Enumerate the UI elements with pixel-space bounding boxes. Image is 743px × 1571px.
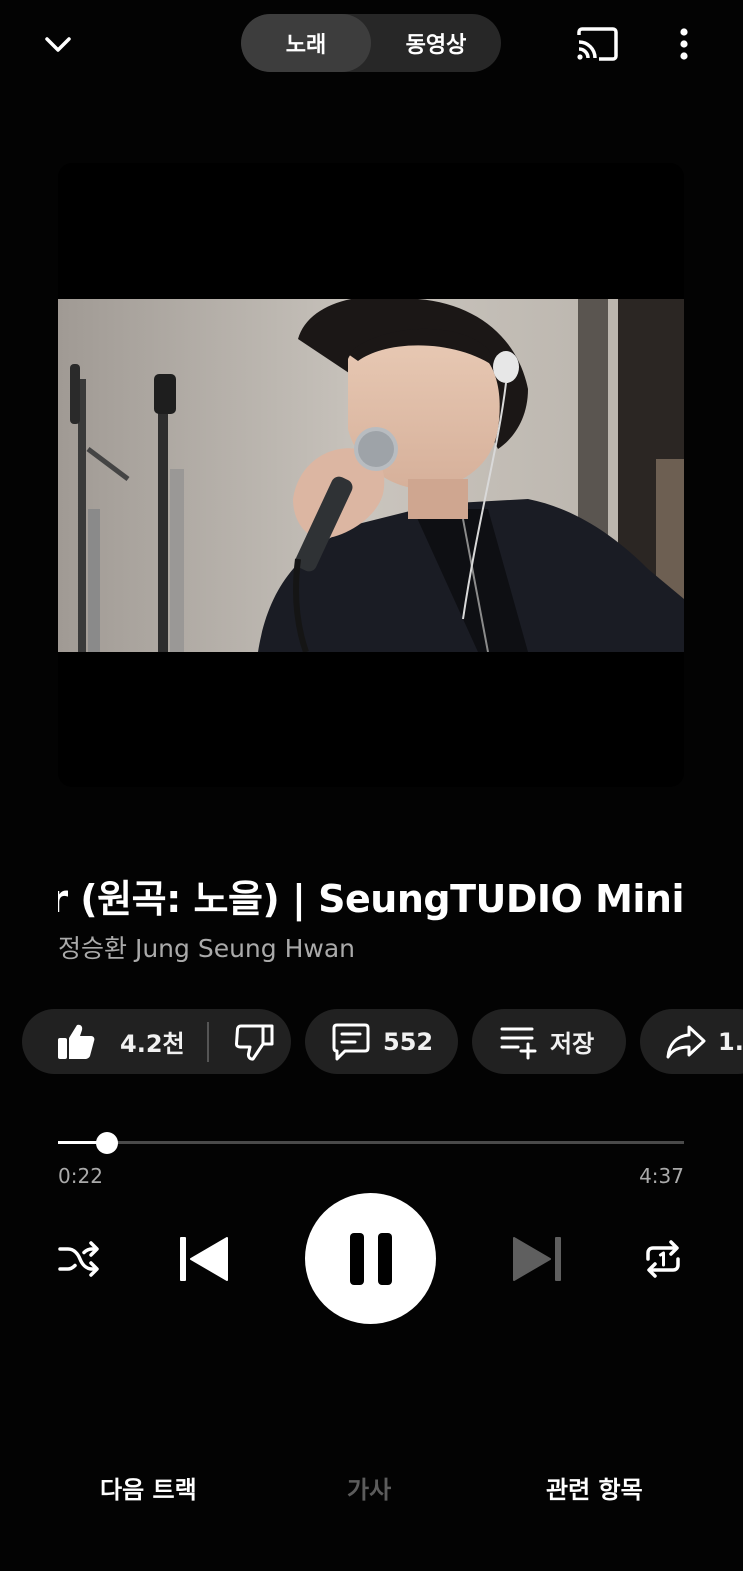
next-button[interactable] (508, 1232, 566, 1286)
more-options-button[interactable] (662, 22, 706, 66)
skip-next-icon (513, 1237, 561, 1281)
progress-bar[interactable] (58, 1141, 684, 1144)
repeat-one-button[interactable] (640, 1236, 686, 1282)
share-button[interactable]: 1. (640, 1009, 743, 1074)
chip-divider (206, 1021, 209, 1062)
shuffle-icon (58, 1241, 99, 1277)
share-icon (666, 1025, 706, 1058)
playlist-add-icon (500, 1027, 537, 1059)
comment-count: 552 (383, 1027, 434, 1056)
previous-button[interactable] (175, 1232, 233, 1286)
artist-name[interactable]: 정승환 Jung Seung Hwan (58, 929, 355, 965)
comments-button[interactable]: 552 (305, 1009, 458, 1074)
singer-image (58, 299, 684, 652)
tab-song[interactable]: 노래 (241, 14, 371, 72)
cast-icon (577, 27, 618, 61)
collapse-button[interactable] (36, 22, 80, 66)
current-time: 0:22 (58, 1164, 103, 1188)
save-label: 저장 (550, 1030, 595, 1058)
shuffle-button[interactable] (56, 1236, 102, 1282)
video-thumbnail (58, 299, 684, 652)
progress-thumb[interactable] (95, 1132, 118, 1154)
album-art (58, 163, 684, 787)
tab-related[interactable]: 관련 항목 (546, 1470, 643, 1505)
save-button[interactable]: 저장 (472, 1009, 626, 1074)
tab-video[interactable]: 동영상 (371, 14, 501, 72)
like-button[interactable]: 4.2천 (56, 1023, 185, 1061)
song-title: r (원곡: 노을) | SeungTUDIO Mini (58, 877, 684, 921)
like-count: 4.2천 (120, 1030, 185, 1058)
tab-up-next[interactable]: 다음 트랙 (100, 1470, 197, 1505)
pause-button[interactable] (305, 1193, 436, 1324)
comment-icon (332, 1023, 370, 1060)
share-count: 1. (718, 1027, 743, 1056)
total-time: 4:37 (639, 1164, 684, 1188)
pause-icon (349, 1232, 392, 1285)
repeat-one-icon (646, 1240, 680, 1278)
like-dislike-chip: 4.2천 (22, 1009, 291, 1074)
thumbs-up-icon (58, 1024, 95, 1059)
chevron-down-icon (45, 37, 71, 52)
skip-previous-icon (180, 1237, 228, 1281)
dislike-button[interactable] (234, 1022, 275, 1062)
tab-lyrics[interactable]: 가사 (347, 1470, 391, 1505)
thumbs-down-icon (234, 1024, 274, 1061)
cast-button[interactable] (574, 22, 620, 66)
song-video-toggle: 노래 동영상 (241, 14, 501, 72)
more-vert-icon (680, 28, 688, 60)
